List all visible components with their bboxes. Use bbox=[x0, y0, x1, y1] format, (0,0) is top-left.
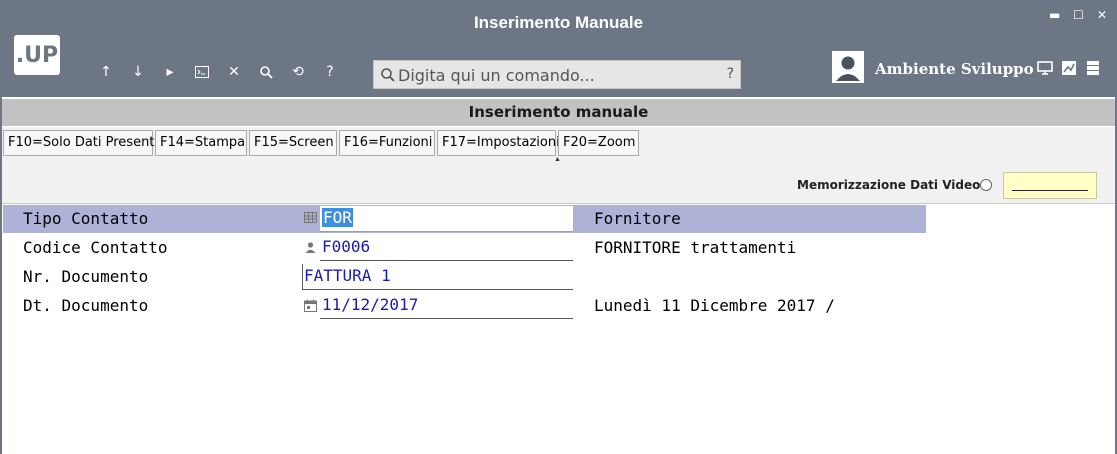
memo-radio[interactable] bbox=[980, 179, 992, 191]
database-icon[interactable] bbox=[1085, 60, 1101, 76]
tipo-contatto-description: Fornitore bbox=[594, 209, 681, 228]
codice-contatto-description: FORNITORE trattamenti bbox=[594, 238, 797, 257]
field-label-nr-documento: Nr. Documento bbox=[23, 267, 149, 286]
play-icon[interactable]: ▸ bbox=[159, 62, 181, 82]
close-window-icon[interactable]: ✕ bbox=[1097, 8, 1107, 22]
command-input[interactable]: Digita qui un comando... ? bbox=[373, 60, 741, 89]
f15-button[interactable]: F15=Screen bbox=[249, 130, 337, 156]
codice-contatto-value: F0006 bbox=[322, 237, 371, 256]
undo-icon[interactable]: ⟲ bbox=[287, 62, 309, 82]
monitor-icon[interactable] bbox=[1037, 60, 1053, 76]
calendar-icon[interactable] bbox=[304, 299, 317, 312]
f20-button[interactable]: F20=Zoom bbox=[558, 130, 639, 156]
f16-button[interactable]: F16=Funzioni bbox=[339, 130, 435, 156]
environment-name: Ambiente Sviluppo bbox=[875, 60, 1034, 78]
maximize-icon[interactable]: ☐ bbox=[1073, 8, 1084, 22]
field-label-tipo-contatto: Tipo Contatto bbox=[23, 209, 149, 228]
minimize-icon[interactable]: ▬ bbox=[1049, 8, 1060, 22]
field-label-codice-contatto: Codice Contatto bbox=[23, 238, 168, 257]
dt-documento-description: Lunedì 11 Dicembre 2017 / bbox=[594, 296, 835, 315]
command-placeholder: Digita qui un comando... bbox=[398, 66, 595, 85]
memo-input[interactable] bbox=[1003, 172, 1097, 199]
command-help-icon[interactable]: ? bbox=[727, 66, 734, 82]
window-title: Inserimento Manuale bbox=[473, 13, 644, 32]
f17-button[interactable]: F17=Impostazioni bbox=[437, 130, 560, 156]
tipo-contatto-input[interactable]: FOR bbox=[320, 206, 573, 232]
caret-up-icon: ▲ bbox=[554, 156, 561, 163]
avatar[interactable] bbox=[832, 51, 864, 83]
tipo-contatto-value: FOR bbox=[322, 208, 353, 227]
logo-text: .UP bbox=[15, 42, 59, 68]
dt-documento-value: 11/12/2017 bbox=[322, 295, 419, 314]
f10-button[interactable]: F10=Solo Dati Presenti bbox=[3, 130, 158, 156]
arrow-up-icon[interactable]: ↑ bbox=[95, 62, 117, 82]
app-logo[interactable]: .UP bbox=[14, 35, 60, 75]
title-bar: Inserimento Manuale ▬ ☐ ✕ .UP ↑ ↓ ▸ ✕ ⟲ … bbox=[0, 0, 1117, 97]
image-icon[interactable] bbox=[1061, 60, 1077, 76]
codice-contatto-input[interactable]: F0006 bbox=[320, 235, 573, 261]
command-search-icon bbox=[381, 68, 395, 82]
table-icon[interactable] bbox=[304, 211, 317, 224]
close-icon[interactable]: ✕ bbox=[223, 62, 245, 82]
memo-label: Memorizzazione Dati Video: bbox=[797, 178, 986, 192]
nr-documento-input[interactable]: FATTURA 1 bbox=[302, 264, 573, 290]
f14-button[interactable]: F14=Stampa bbox=[155, 130, 247, 156]
terminal-icon[interactable] bbox=[191, 62, 213, 82]
function-key-bar: F10=Solo Dati Presenti F14=Stampa F15=Sc… bbox=[2, 127, 1115, 204]
field-label-dt-documento: Dt. Documento bbox=[23, 296, 149, 315]
arrow-down-icon[interactable]: ↓ bbox=[127, 62, 149, 82]
form-title: Inserimento manuale bbox=[2, 99, 1115, 126]
search-icon[interactable] bbox=[255, 62, 277, 82]
person-icon[interactable] bbox=[304, 241, 317, 254]
memo-underline bbox=[1012, 190, 1088, 191]
help-icon[interactable]: ? bbox=[319, 62, 341, 82]
dt-documento-input[interactable]: 11/12/2017 bbox=[320, 293, 573, 319]
nr-documento-value: FATTURA 1 bbox=[304, 266, 391, 285]
